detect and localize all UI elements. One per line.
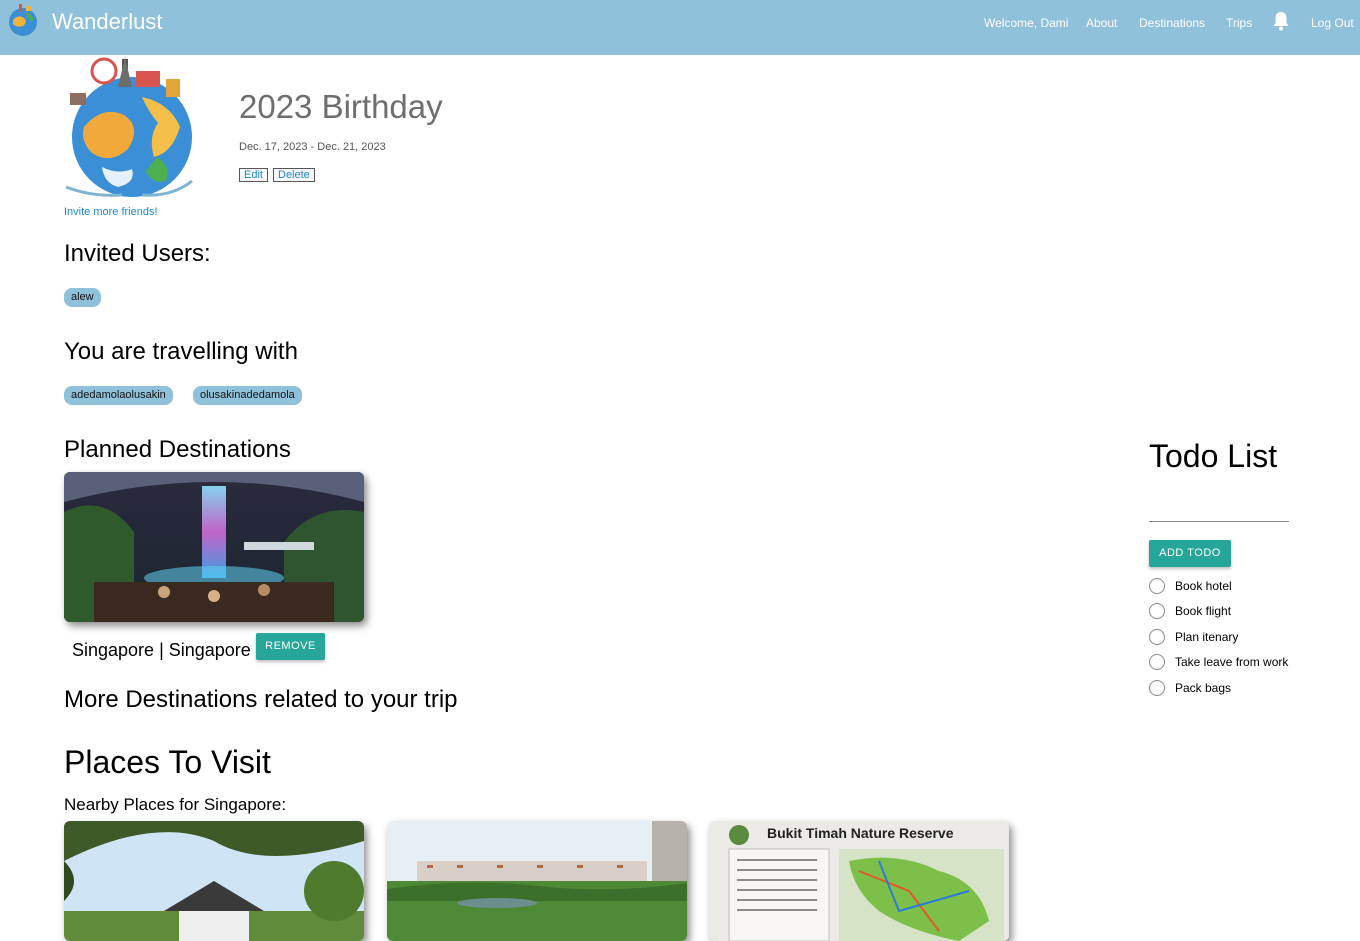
gazebo-image <box>64 821 364 941</box>
globe-logo-icon[interactable] <box>4 2 42 38</box>
park-image <box>387 821 687 941</box>
trip-title: 2023 Birthday <box>239 88 443 125</box>
trip-dates: Dec. 17, 2023 - Dec. 21, 2023 <box>239 141 386 153</box>
invited-user-chip[interactable]: alew <box>64 288 101 307</box>
todo-input[interactable] <box>1149 496 1289 522</box>
welcome-text: Welcome, Dami <box>984 16 1069 30</box>
todo-checkbox[interactable] <box>1149 603 1165 619</box>
place-card-2[interactable] <box>387 821 687 941</box>
invite-friends-link[interactable]: Invite more friends! <box>64 206 158 218</box>
destination-label: Singapore | Singapore <box>72 640 251 660</box>
add-todo-button[interactable]: ADD TODO <box>1149 540 1231 567</box>
map-sign-text: Bukit Timah Nature Reserve <box>767 825 954 841</box>
nav-about[interactable]: About <box>1086 16 1117 30</box>
place-card-3[interactable]: Bukit Timah Nature Reserve <box>709 821 1009 941</box>
todo-checkbox[interactable] <box>1149 680 1165 696</box>
todo-item-label: Plan itenary <box>1175 630 1239 644</box>
place-card-1[interactable] <box>64 821 364 941</box>
nav-destinations[interactable]: Destinations <box>1139 16 1205 30</box>
nav-trips[interactable]: Trips <box>1226 16 1252 30</box>
companion-chip[interactable]: adedamolaolusakin <box>64 386 173 405</box>
todo-item-label: Book hotel <box>1175 579 1232 593</box>
todo-item-label: Book flight <box>1175 604 1232 618</box>
navbar: Wanderlust Welcome, Dami About Destinati… <box>0 0 1360 55</box>
nav-logout[interactable]: Log Out <box>1311 16 1354 30</box>
brand-name[interactable]: Wanderlust <box>52 9 162 35</box>
places-to-visit-heading: Places To Visit <box>64 744 271 780</box>
todo-checkbox[interactable] <box>1149 629 1165 645</box>
todo-checkbox[interactable] <box>1149 578 1165 594</box>
remove-destination-button[interactable]: REMOVE <box>256 633 325 660</box>
jewel-waterfall-image <box>64 472 364 622</box>
trip-globe-image <box>65 57 193 197</box>
bell-icon[interactable] <box>1272 11 1290 31</box>
delete-button[interactable]: Delete <box>273 168 315 182</box>
invited-users-heading: Invited Users: <box>64 240 211 267</box>
companion-chip[interactable]: olusakinadedamola <box>193 386 302 405</box>
nearby-places-heading: Nearby Places for Singapore: <box>64 795 287 814</box>
more-destinations-heading: More Destinations related to your trip <box>64 686 458 713</box>
planned-destinations-heading: Planned Destinations <box>64 436 291 463</box>
todo-item-label: Take leave from work <box>1175 655 1289 669</box>
destination-image-singapore[interactable] <box>64 472 364 622</box>
travelling-with-heading: You are travelling with <box>64 338 298 365</box>
todo-item-label: Pack bags <box>1175 681 1232 695</box>
todo-checkbox[interactable] <box>1149 654 1165 670</box>
edit-button[interactable]: Edit <box>239 168 268 182</box>
todo-title: Todo List <box>1149 438 1278 474</box>
